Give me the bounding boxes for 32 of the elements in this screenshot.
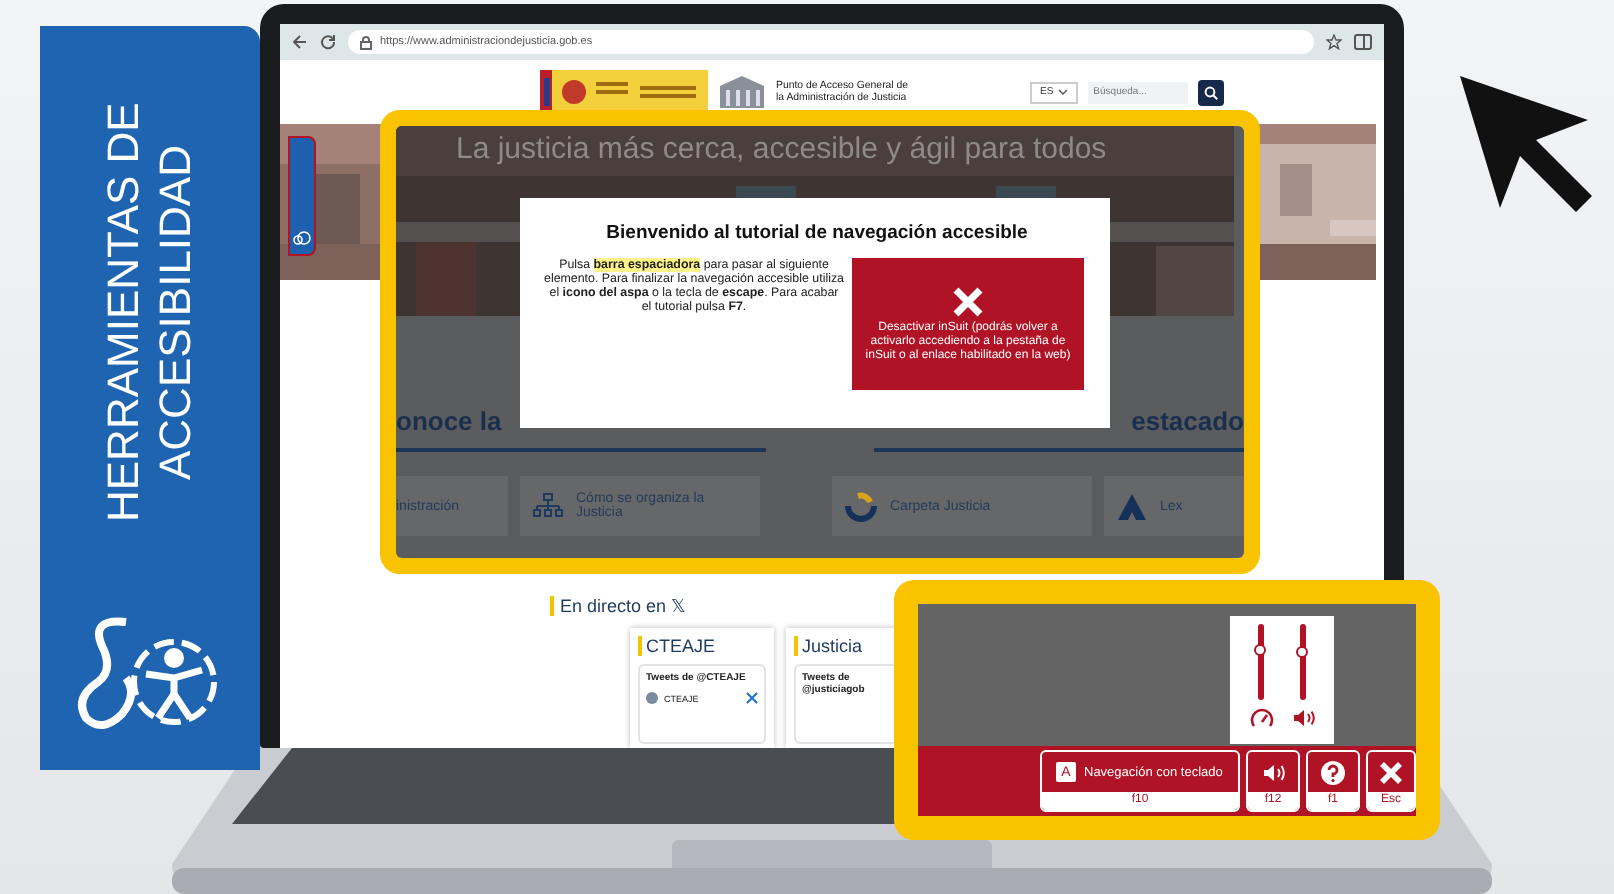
close-icon [952,285,984,317]
slider-track[interactable] [1258,624,1264,700]
avatar-icon [646,692,658,704]
slider-track[interactable] [1300,624,1306,700]
speaker-icon [1291,708,1315,728]
triangle-logo-icon [1116,491,1148,521]
section-heading: estacado [1131,406,1244,436]
speaker-icon [1260,761,1286,783]
close-icon [1378,759,1404,785]
dialog-title: Bienvenido al tutorial de navegación accesible [604,222,1030,244]
accessibility-tab[interactable] [288,136,316,256]
slider-handle[interactable] [1253,644,1265,657]
card-title: CTEAJE [638,636,766,656]
chevron-down-icon [1057,88,1068,96]
building-icon [718,74,766,110]
x-logo-icon [746,692,758,704]
search-icon [1203,85,1218,99]
cursor-arrow-icon [1456,72,1596,216]
section-heading: onoce la [396,406,502,436]
hierarchy-icon [532,492,564,520]
slider-handle[interactable] [1295,646,1307,659]
ring-logo-icon [844,489,878,523]
star-icon[interactable] [1326,34,1342,50]
sidebar-icon[interactable] [1354,34,1372,50]
lock-icon [360,35,372,49]
help-icon [1320,759,1346,785]
back-icon[interactable] [292,34,308,50]
search-button[interactable] [1197,79,1224,105]
hero-tagline: La justicia más cerca, accesible y ágil para todos [456,132,1107,166]
reload-icon[interactable] [320,34,336,50]
panel-title: HERRAMIENTAS DE ACCESIBILIDAD [98,100,202,526]
gauge-icon [1249,708,1273,728]
